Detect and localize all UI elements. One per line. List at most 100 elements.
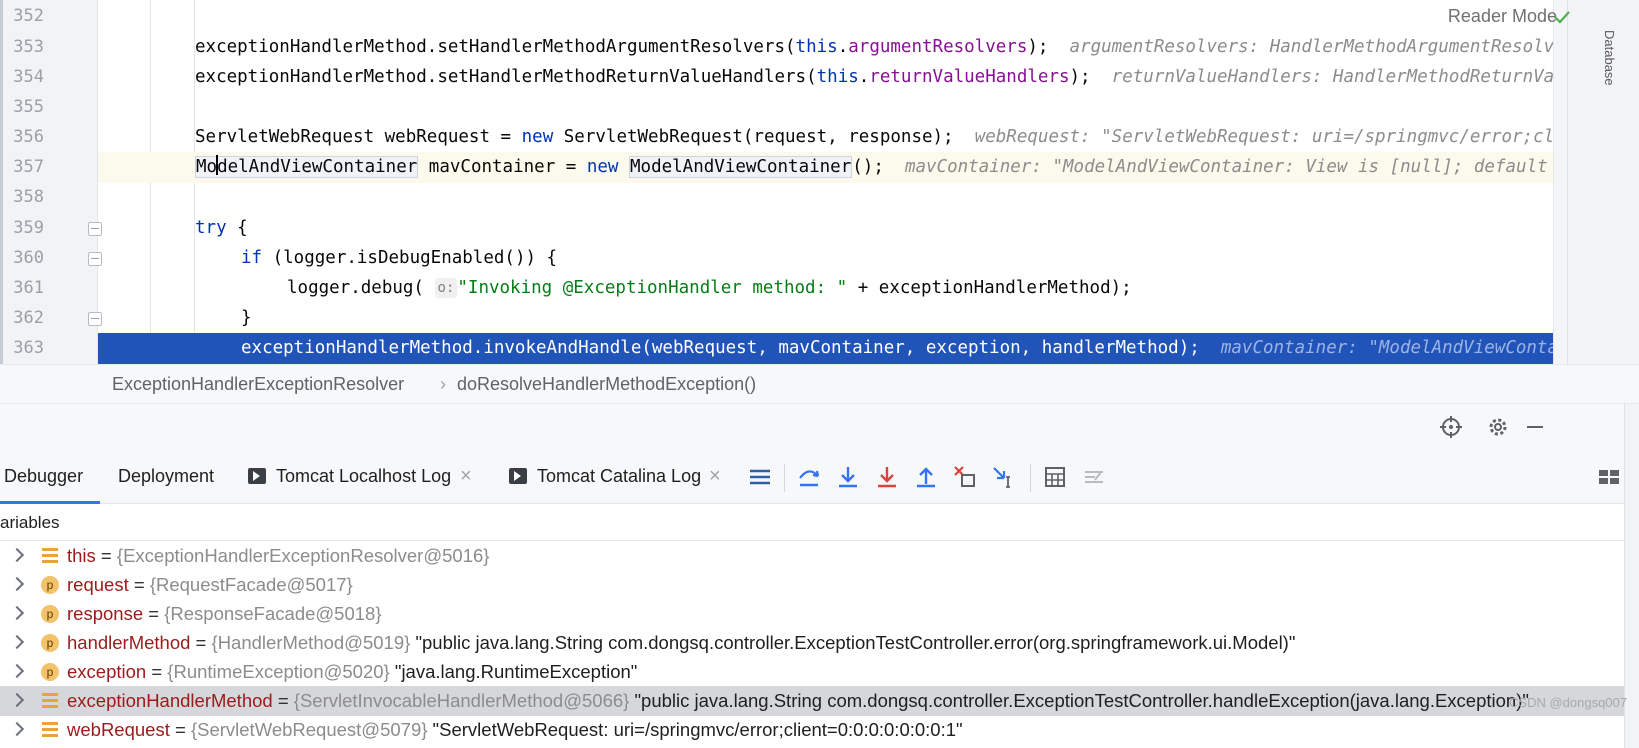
chevron-right-icon[interactable] bbox=[9, 692, 25, 708]
minimize-icon[interactable] bbox=[1522, 414, 1548, 440]
line-number: 362 bbox=[13, 308, 44, 328]
crosshair-icon[interactable] bbox=[1438, 414, 1464, 440]
line-number: 356 bbox=[13, 127, 44, 147]
step-over-icon[interactable] bbox=[796, 464, 822, 490]
code-line-current[interactable]: ModelAndViewContainer mavContainer = new… bbox=[98, 152, 1639, 184]
code-line[interactable]: logger.debug( o: "Invoking @ExceptionHand… bbox=[98, 273, 1639, 304]
variable-value: "public java.lang.String com.dongsq.cont… bbox=[629, 690, 1529, 711]
layout-settings-icon[interactable] bbox=[1596, 464, 1622, 490]
field-icon bbox=[42, 693, 58, 709]
code-line[interactable]: } bbox=[98, 303, 1639, 334]
variables-tree[interactable]: this = {ExceptionHandlerExceptionResolve… bbox=[0, 541, 1624, 748]
chevron-right-icon[interactable] bbox=[9, 634, 25, 650]
field-icon bbox=[42, 722, 58, 738]
variable-name: exceptionHandlerMethod bbox=[67, 690, 273, 711]
tab-tomcat-localhost-log[interactable]: Tomcat Localhost Log bbox=[276, 464, 451, 488]
step-out-icon[interactable] bbox=[913, 464, 939, 490]
variable-type: {ExceptionHandlerExceptionResolver@5016} bbox=[116, 545, 490, 566]
code-line[interactable]: exceptionHandlerMethod.setHandlerMethodA… bbox=[98, 32, 1639, 63]
variable-row[interactable]: p handlerMethod = {HandlerMethod@5019} "… bbox=[0, 628, 1624, 658]
variables-header: ariables bbox=[0, 505, 1639, 541]
code-field: returnValueHandlers bbox=[869, 67, 1070, 87]
gutter-row: 357 bbox=[0, 152, 98, 183]
code-text: } bbox=[241, 308, 252, 328]
code-text: ServletWebRequest(request, response); bbox=[553, 127, 954, 147]
log-console-icon bbox=[509, 468, 527, 484]
variable-row[interactable]: p response = {ResponseFacade@5018} bbox=[0, 599, 1624, 629]
inline-debug-value: webRequest: "ServletWebRequest: uri=/spr… bbox=[974, 127, 1639, 147]
parameter-icon: p bbox=[41, 634, 59, 652]
code-keyword: new bbox=[586, 157, 619, 177]
code-line-execution-point[interactable]: exceptionHandlerMethod.invokeAndHandle(w… bbox=[98, 333, 1639, 365]
variable-name: exception bbox=[67, 661, 147, 682]
code-text: (); bbox=[852, 157, 884, 177]
breadcrumb-separator: › bbox=[440, 374, 446, 394]
variable-row[interactable]: webRequest = {ServletWebRequest@5079} "S… bbox=[0, 715, 1624, 745]
close-icon[interactable]: × bbox=[709, 464, 721, 488]
code-text: ServletWebRequest webRequest = bbox=[195, 127, 522, 147]
line-number: 354 bbox=[13, 67, 44, 87]
gear-icon[interactable] bbox=[1485, 414, 1511, 440]
gutter-row: 361 bbox=[0, 273, 98, 304]
gutter-row: 358 bbox=[0, 182, 98, 213]
check-icon bbox=[1554, 11, 1570, 24]
tab-tomcat-catalina-log[interactable]: Tomcat Catalina Log bbox=[537, 464, 701, 488]
drop-frame-icon[interactable] bbox=[952, 464, 978, 490]
code-text: (logger.isDebugEnabled()) { bbox=[262, 248, 558, 268]
chevron-right-icon[interactable] bbox=[9, 663, 25, 679]
editor-scrollbar[interactable] bbox=[1553, 0, 1567, 380]
chevron-right-icon[interactable] bbox=[9, 605, 25, 621]
database-side-tab[interactable]: Database bbox=[1602, 30, 1617, 86]
parameter-icon: p bbox=[41, 576, 59, 594]
code-line[interactable]: if (logger.isDebugEnabled()) { bbox=[98, 243, 1639, 274]
code-type-highlight: ModelAndViewContainer bbox=[629, 156, 853, 178]
code-area[interactable]: exceptionHandlerMethod.setHandlerMethodA… bbox=[98, 0, 1639, 380]
code-text: ); bbox=[1069, 67, 1091, 87]
breadcrumb-method[interactable]: doResolveHandlerMethodException() bbox=[457, 374, 756, 395]
chevron-right-icon[interactable] bbox=[9, 576, 25, 592]
force-step-into-icon[interactable] bbox=[874, 464, 900, 490]
variable-row[interactable]: p exception = {RuntimeException@5020} "j… bbox=[0, 657, 1624, 687]
gutter-row: 352 bbox=[0, 1, 98, 32]
variable-type: {HandlerMethod@5019} bbox=[211, 632, 411, 653]
code-line[interactable]: exceptionHandlerMethod.setHandlerMethodR… bbox=[98, 62, 1639, 93]
show-frames-menu-icon[interactable] bbox=[747, 464, 773, 490]
code-text: . bbox=[858, 67, 870, 87]
toolbar-separator bbox=[784, 464, 785, 492]
trace-current-stream-icon[interactable] bbox=[1081, 464, 1107, 490]
line-number: 352 bbox=[13, 6, 44, 26]
field-icon bbox=[42, 548, 58, 564]
code-editor[interactable]: 352 353 354 355 356 357 358 359 360 361 … bbox=[0, 0, 1639, 380]
tab-deployment[interactable]: Deployment bbox=[118, 464, 214, 488]
code-text: exceptionHandlerMethod.setHandlerMethodA… bbox=[195, 37, 796, 57]
reader-mode-toggle[interactable]: Reader Mode bbox=[1448, 6, 1557, 27]
close-icon[interactable]: × bbox=[460, 464, 472, 488]
code-line[interactable]: ServletWebRequest webRequest = new Servl… bbox=[98, 122, 1639, 153]
code-text: + exceptionHandlerMethod); bbox=[847, 278, 1132, 298]
variable-row-selected[interactable]: exceptionHandlerMethod = {ServletInvocab… bbox=[0, 686, 1624, 716]
editor-gutter[interactable]: 352 353 354 355 356 357 358 359 360 361 … bbox=[0, 0, 102, 380]
breadcrumb-class[interactable]: ExceptionHandlerExceptionResolver bbox=[112, 374, 404, 395]
chevron-right-icon[interactable] bbox=[9, 547, 25, 563]
tab-debugger[interactable]: Debugger bbox=[4, 464, 83, 488]
evaluate-expression-icon[interactable] bbox=[1042, 464, 1068, 490]
variable-row[interactable]: this = {ExceptionHandlerExceptionResolve… bbox=[0, 541, 1624, 571]
variable-equals: = bbox=[146, 661, 168, 682]
editor-right-edge: Database bbox=[1553, 0, 1639, 380]
chevron-right-icon[interactable] bbox=[9, 721, 25, 737]
gutter-row: 353 bbox=[0, 32, 98, 63]
run-to-cursor-icon[interactable] bbox=[991, 464, 1017, 490]
variable-type: {RuntimeException@5020} bbox=[167, 661, 390, 682]
debug-tab-bar: Debugger Deployment Tomcat Localhost Log… bbox=[0, 450, 1639, 504]
variable-type: {ServletWebRequest@5079} bbox=[190, 719, 428, 740]
gutter-row: 356 bbox=[0, 122, 98, 153]
code-keyword: this bbox=[816, 67, 859, 87]
parameter-icon: p bbox=[41, 663, 59, 681]
code-type-highlight: ModelAndViewContainer bbox=[195, 155, 419, 178]
variable-row[interactable]: p request = {RequestFacade@5017} bbox=[0, 570, 1624, 600]
right-tool-window-strip[interactable]: Database bbox=[1567, 0, 1639, 380]
code-line[interactable]: try { bbox=[98, 213, 1639, 244]
step-into-icon[interactable] bbox=[835, 464, 861, 490]
line-number: 353 bbox=[13, 37, 44, 57]
code-keyword: this bbox=[795, 37, 838, 57]
